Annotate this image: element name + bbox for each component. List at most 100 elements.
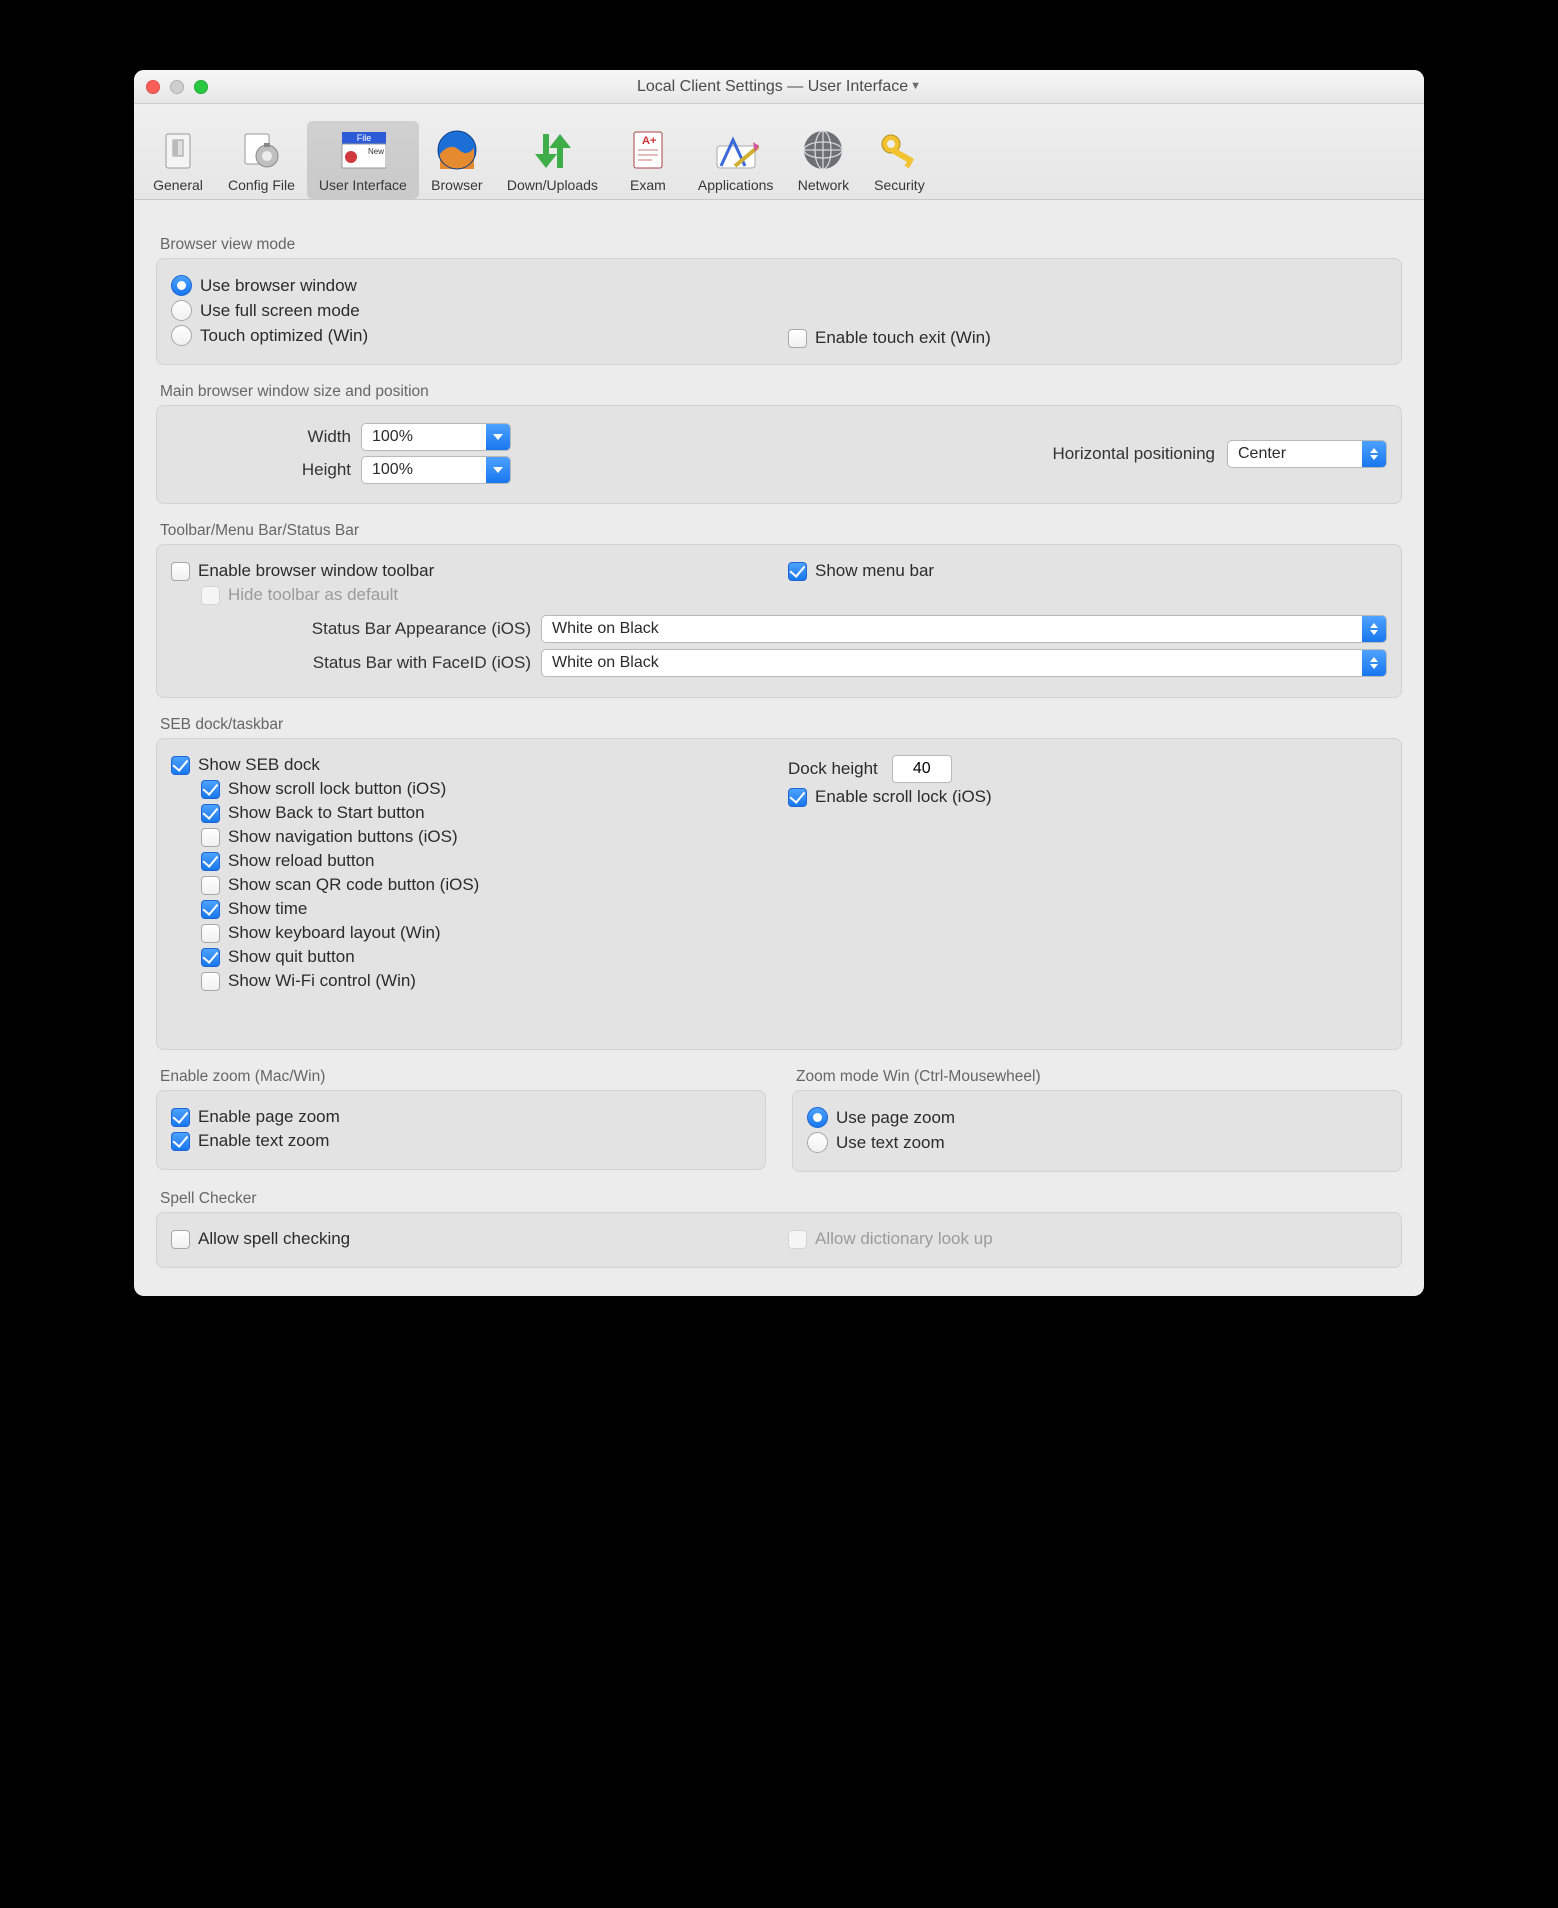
general-icon [155, 127, 201, 173]
label-dock-item-3: Show reload button [228, 851, 375, 871]
toolbar-item-browser[interactable]: Browser [419, 121, 495, 199]
label-hide-toolbar: Hide toolbar as default [228, 585, 398, 605]
label-status-faceid: Status Bar with FaceID (iOS) [171, 653, 531, 673]
down-uploads-icon [529, 127, 575, 173]
toolbar-item-security[interactable]: Security [861, 121, 937, 199]
label-height: Height [171, 460, 351, 480]
svg-text:New: New [368, 147, 384, 156]
popup-status-ios[interactable]: White on Black [541, 615, 1387, 643]
checkbox-dock-item-0[interactable] [201, 780, 220, 799]
checkbox-enable-touch-exit[interactable] [788, 329, 807, 348]
label-touch-optimized: Touch optimized (Win) [200, 326, 368, 346]
checkbox-show-seb-dock[interactable] [171, 756, 190, 775]
group-title-main-window: Main browser window size and position [160, 383, 1402, 401]
popup-status-faceid-value: White on Black [542, 654, 1362, 672]
toolbar-label: Down/Uploads [507, 177, 598, 193]
input-dock-height[interactable] [892, 755, 952, 783]
toolbar-label: User Interface [319, 177, 407, 193]
checkbox-dock-item-1[interactable] [201, 804, 220, 823]
select-height[interactable]: 100% [361, 456, 511, 484]
checkbox-allow-dict [788, 1230, 807, 1249]
group-main-window: Width 100% Height 100% [156, 405, 1402, 504]
checkbox-show-menu-bar[interactable] [788, 562, 807, 581]
checkbox-enable-text-zoom[interactable] [171, 1132, 190, 1151]
radio-use-page-zoom[interactable] [807, 1107, 828, 1128]
toolbar-item-network[interactable]: Network [785, 121, 861, 199]
select-width[interactable]: 100% [361, 423, 511, 451]
toolbar-label: Exam [630, 177, 666, 193]
label-use-browser-window: Use browser window [200, 276, 357, 296]
checkbox-enable-page-zoom[interactable] [171, 1108, 190, 1127]
group-title-zoom-mode: Zoom mode Win (Ctrl-Mousewheel) [796, 1068, 1402, 1086]
checkbox-dock-item-2[interactable] [201, 828, 220, 847]
security-icon [876, 127, 922, 173]
label-enable-text-zoom: Enable text zoom [198, 1131, 329, 1151]
checkbox-dock-item-3[interactable] [201, 852, 220, 871]
popup-hpos-value: Center [1228, 445, 1362, 463]
toolbar-item-applications[interactable]: Applications [686, 121, 786, 199]
checkbox-hide-toolbar [201, 586, 220, 605]
label-dock-item-6: Show keyboard layout (Win) [228, 923, 441, 943]
label-use-text-zoom: Use text zoom [836, 1133, 945, 1153]
toolbar-item-exam[interactable]: A+ Exam [610, 121, 686, 199]
radio-use-browser-window[interactable] [171, 275, 192, 296]
label-dock-height: Dock height [788, 759, 878, 779]
checkbox-dock-item-7[interactable] [201, 948, 220, 967]
checkbox-enable-toolbar[interactable] [171, 562, 190, 581]
group-spell: Allow spell checking Allow dictionary lo… [156, 1212, 1402, 1268]
popup-hpos[interactable]: Center [1227, 440, 1387, 468]
group-title-bars: Toolbar/Menu Bar/Status Bar [160, 522, 1402, 540]
chevron-down-icon [486, 424, 510, 450]
toolbar-label: Applications [698, 177, 774, 193]
label-dock-item-0: Show scroll lock button (iOS) [228, 779, 446, 799]
checkbox-allow-spell[interactable] [171, 1230, 190, 1249]
toolbar-item-config-file[interactable]: Config File [216, 121, 307, 199]
radio-use-full-screen[interactable] [171, 300, 192, 321]
popup-status-ios-value: White on Black [542, 620, 1362, 638]
settings-window: Local Client Settings — User Interface▼ … [134, 70, 1424, 1296]
select-height-value: 100% [362, 461, 486, 479]
toolbar-label: Browser [431, 177, 482, 193]
select-width-value: 100% [362, 428, 486, 446]
exam-icon: A+ [625, 127, 671, 173]
label-enable-touch-exit: Enable touch exit (Win) [815, 328, 991, 348]
label-use-page-zoom: Use page zoom [836, 1108, 955, 1128]
svg-text:File: File [357, 133, 372, 143]
checkbox-dock-item-4[interactable] [201, 876, 220, 895]
toolbar-item-down-uploads[interactable]: Down/Uploads [495, 121, 610, 199]
titlebar: Local Client Settings — User Interface▼ [134, 70, 1424, 104]
toolbar-item-user-interface[interactable]: File New User Interface [307, 121, 419, 199]
checkbox-dock-item-8[interactable] [201, 972, 220, 991]
group-browser-view-mode: Use browser window Use full screen mode … [156, 258, 1402, 365]
label-status-ios: Status Bar Appearance (iOS) [171, 619, 531, 639]
label-enable-toolbar: Enable browser window toolbar [198, 561, 434, 581]
title-dropdown-icon: ▼ [910, 80, 921, 92]
toolbar-item-general[interactable]: General [140, 121, 216, 199]
label-enable-page-zoom: Enable page zoom [198, 1107, 340, 1127]
group-zoom-mode: Use page zoom Use text zoom [792, 1090, 1402, 1172]
preferences-toolbar: General Config File File New User Interfa… [134, 104, 1424, 200]
label-hpos: Horizontal positioning [1052, 444, 1215, 464]
label-use-full-screen: Use full screen mode [200, 301, 360, 321]
label-dock-item-8: Show Wi-Fi control (Win) [228, 971, 416, 991]
label-enable-scroll-lock: Enable scroll lock (iOS) [815, 787, 992, 807]
group-title-browser-view-mode: Browser view mode [160, 236, 1402, 254]
network-icon [800, 127, 846, 173]
popup-status-faceid[interactable]: White on Black [541, 649, 1387, 677]
label-show-menu-bar: Show menu bar [815, 561, 934, 581]
label-dock-item-1: Show Back to Start button [228, 803, 425, 823]
chevron-down-icon [486, 457, 510, 483]
window-title[interactable]: Local Client Settings — User Interface▼ [134, 78, 1424, 96]
checkbox-dock-item-5[interactable] [201, 900, 220, 919]
group-title-dock: SEB dock/taskbar [160, 716, 1402, 734]
label-dock-item-7: Show quit button [228, 947, 355, 967]
group-title-spell: Spell Checker [160, 1190, 1402, 1208]
checkbox-enable-scroll-lock[interactable] [788, 788, 807, 807]
radio-use-text-zoom[interactable] [807, 1132, 828, 1153]
radio-touch-optimized[interactable] [171, 325, 192, 346]
checkbox-dock-item-6[interactable] [201, 924, 220, 943]
label-dock-item-5: Show time [228, 899, 307, 919]
toolbar-label: General [153, 177, 203, 193]
content-area: Browser view mode Use browser window Use… [134, 200, 1424, 1296]
window-title-text: Local Client Settings — User Interface [637, 78, 908, 95]
